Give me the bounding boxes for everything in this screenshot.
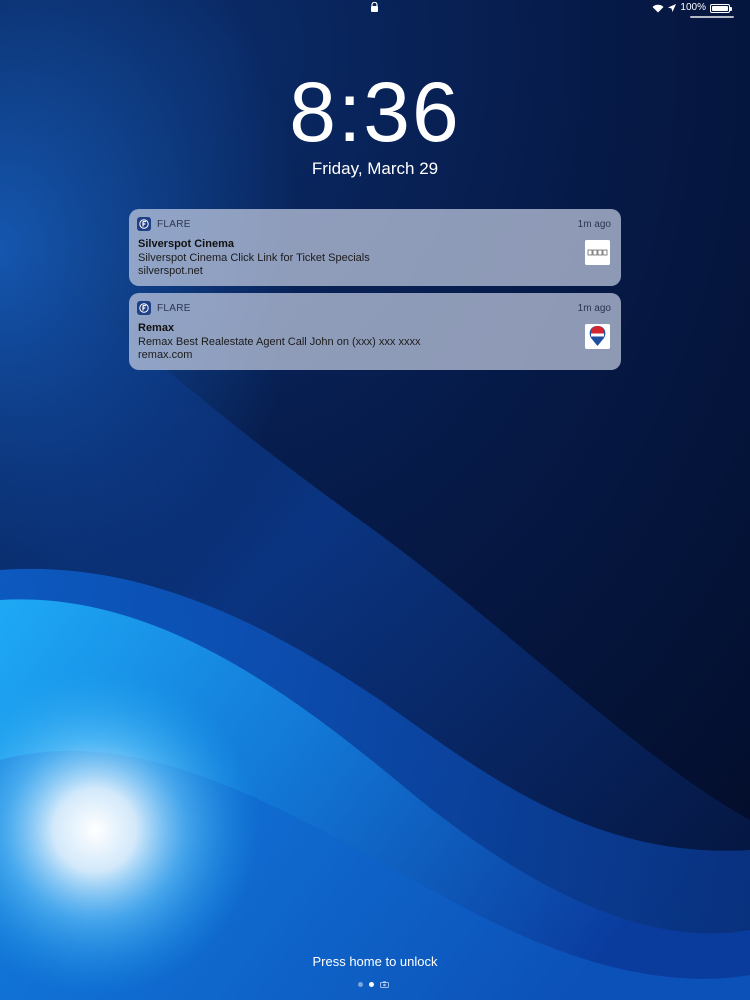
notification-title: Remax bbox=[138, 322, 175, 334]
flare-app-icon bbox=[137, 301, 151, 315]
notification-body: Remax Best Realestate Agent Call John on… bbox=[138, 336, 421, 348]
notification-app-name: FLARE bbox=[157, 302, 191, 314]
battery-fill bbox=[712, 5, 728, 11]
lock-icon bbox=[371, 2, 378, 12]
notification-title: Silverspot Cinema bbox=[138, 238, 234, 250]
battery-tip bbox=[730, 6, 732, 11]
page-indicator bbox=[358, 981, 389, 988]
notification-link[interactable]: silverspot.net bbox=[138, 265, 203, 277]
notification-app-name: FLARE bbox=[157, 218, 191, 230]
control-center-grabber[interactable] bbox=[690, 16, 734, 18]
silverspot-logo-icon bbox=[585, 240, 610, 265]
notification-time: 1m ago bbox=[577, 218, 611, 230]
press-home-to-unlock-hint: Press home to unlock bbox=[312, 954, 438, 969]
notification-list: FLARE 1m ago Silverspot Cinema Silverspo… bbox=[129, 209, 621, 377]
camera-icon bbox=[380, 981, 389, 988]
lock-screen: 100% 8:36 Friday, March 29 FLARE 1m ago bbox=[0, 0, 750, 1000]
notification-header: FLARE 1m ago bbox=[137, 300, 611, 316]
notification-card[interactable]: FLARE 1m ago Remax Remax Best Realestate… bbox=[129, 293, 621, 370]
lock-screen-date: Friday, March 29 bbox=[311, 159, 439, 178]
status-bar: 100% bbox=[0, 0, 750, 18]
notification-link[interactable]: remax.com bbox=[138, 349, 192, 361]
battery-icon bbox=[710, 3, 732, 13]
wifi-icon bbox=[652, 4, 664, 12]
notification-header: FLARE 1m ago bbox=[137, 216, 611, 232]
page-dot-current bbox=[369, 982, 374, 987]
remax-balloon-icon bbox=[585, 324, 610, 349]
flare-app-icon bbox=[137, 217, 151, 231]
notification-card[interactable]: FLARE 1m ago Silverspot Cinema Silverspo… bbox=[129, 209, 621, 286]
status-indicators: 100% bbox=[652, 2, 732, 14]
lock-screen-time: 8:36 bbox=[289, 65, 461, 159]
notification-time: 1m ago bbox=[577, 302, 611, 314]
location-arrow-icon bbox=[668, 4, 677, 12]
notification-body: Silverspot Cinema Click Link for Ticket … bbox=[138, 252, 370, 264]
battery-percent: 100% bbox=[680, 2, 706, 13]
page-dot bbox=[358, 982, 363, 987]
